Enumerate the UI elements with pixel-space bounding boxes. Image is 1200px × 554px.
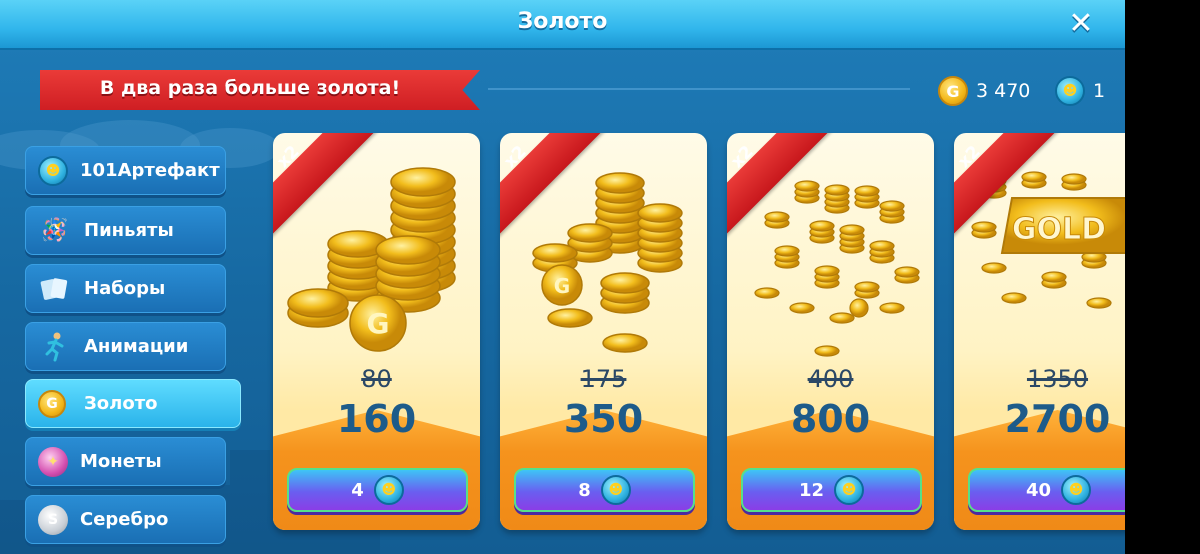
artifact-icon: ☻ (600, 475, 631, 505)
running-man-icon (38, 330, 72, 364)
sidebar-item-label: Наборы (84, 278, 166, 299)
artifact-icon: ☻ (38, 155, 68, 186)
artifact-icon: ☻ (1061, 475, 1092, 505)
buy-button[interactable]: 4 ☻ (287, 468, 468, 512)
x2-ribbon: x2 (727, 133, 847, 253)
old-amount-value: 1350 (1026, 365, 1089, 393)
sidebar-item-silver[interactable]: S Серебро (25, 495, 226, 544)
new-amount: 2700 (1004, 397, 1111, 441)
sidebar-item-pinatas[interactable]: 🪅 Пиньяты (25, 206, 226, 255)
price-value: 40 (1025, 479, 1052, 501)
svg-text:G: G (367, 307, 390, 340)
gold-balance-value: 3 470 (976, 80, 1031, 102)
gold-coin-icon: G (38, 389, 66, 418)
artifact-balance: ☻ 1 (1055, 76, 1105, 106)
promo-banner: В два раза больше золота! (24, 70, 480, 120)
x2-ribbon: x2 (954, 133, 1074, 253)
old-amount-value: 400 (807, 365, 854, 393)
old-amount: 80 (273, 365, 480, 393)
new-amount: 800 (790, 397, 871, 441)
new-amount: 350 (563, 397, 644, 441)
x2-ribbon: x2 (273, 133, 393, 253)
sidebar-item-bundles[interactable]: Наборы (25, 264, 226, 313)
sidebar-item-label: Золото (84, 393, 158, 414)
sidebar-item-label: Серебро (80, 509, 169, 530)
offer-card[interactable]: G x2 80 160 4 ☻ (273, 133, 480, 530)
old-amount: 175 (500, 365, 707, 393)
sidebar-item-label: Пиньяты (84, 220, 174, 241)
price-value: 4 (351, 479, 364, 501)
offer-card[interactable]: GOLD x2 1350 2700 40 ☻ (954, 133, 1125, 530)
shop-screen: Золото ✕ В два раза больше золота! G 3 4… (0, 0, 1125, 554)
new-amount: 160 (336, 397, 417, 441)
old-amount-value: 80 (361, 365, 392, 393)
svg-text:G: G (554, 274, 570, 298)
sidebar-item-artifacts[interactable]: ☻ 101Артефакт (25, 146, 226, 195)
artifact-balance-value: 1 (1093, 80, 1106, 102)
artifact-icon: ☻ (834, 475, 865, 505)
old-amount-value: 175 (580, 365, 627, 393)
buy-button[interactable]: 12 ☻ (741, 468, 922, 512)
close-icon[interactable]: ✕ (1062, 6, 1100, 44)
artifact-icon: ☻ (373, 475, 404, 505)
sidebar-item-label: Анимации (84, 336, 189, 357)
gold-coin-icon: G (938, 76, 968, 106)
x2-ribbon: x2 (500, 133, 620, 253)
price-value: 8 (578, 479, 591, 501)
old-amount: 400 (727, 365, 934, 393)
price-value: 12 (798, 479, 825, 501)
artifact-icon: ☻ (1055, 76, 1085, 106)
offer-card[interactable]: x2 400 800 12 ☻ (727, 133, 934, 530)
buy-button[interactable]: 8 ☻ (514, 468, 695, 512)
cards-icon (38, 272, 72, 306)
pinata-icon: 🪅 (41, 218, 69, 243)
silver-coin-icon: S (38, 504, 68, 535)
header-divider (488, 88, 910, 90)
promo-banner-text: В два раза больше золота! (99, 77, 401, 99)
sidebar-item-animations[interactable]: Анимации (25, 322, 226, 371)
title-bar: Золото ✕ (0, 0, 1125, 50)
gold-balance: G 3 470 (938, 76, 1030, 106)
sidebar-item-gold[interactable]: G Золото (25, 379, 241, 428)
coin-icon: ✦ (38, 446, 68, 477)
old-amount: 1350 (954, 365, 1125, 393)
buy-button[interactable]: 40 ☻ (968, 468, 1125, 512)
sidebar-item-label: Монеты (80, 451, 162, 472)
sidebar-item-coins[interactable]: ✦ Монеты (25, 437, 226, 486)
page-title: Золото (517, 9, 608, 34)
screen-edge (1125, 0, 1200, 554)
offer-card[interactable]: G x2 175 350 8 ☻ (500, 133, 707, 530)
sidebar-item-label: 101Артефакт (80, 160, 220, 181)
